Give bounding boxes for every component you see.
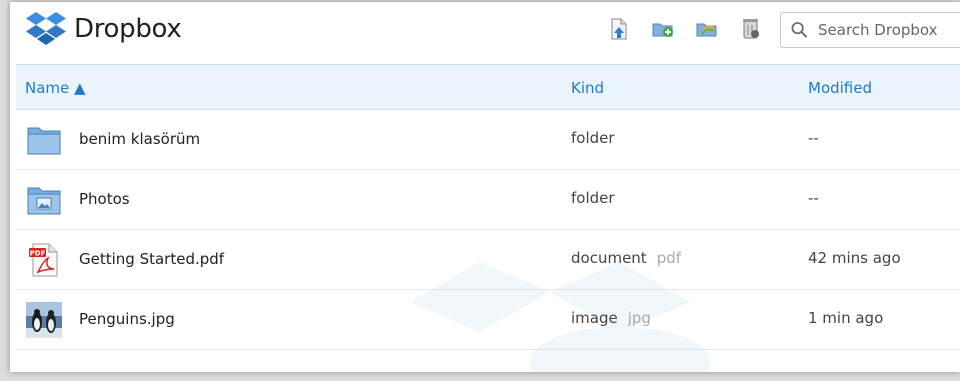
file-modified: 42 mins ago — [808, 249, 901, 267]
file-modified: 1 min ago — [808, 309, 884, 327]
upload-button[interactable] — [608, 18, 630, 40]
file-extension: jpg — [627, 309, 651, 327]
column-header-modified[interactable]: Modified — [808, 79, 872, 97]
new-folder-button[interactable] — [652, 18, 674, 40]
app-header: Dropbox — [10, 2, 960, 64]
photos-folder-icon — [27, 187, 61, 215]
shared-folder-icon — [696, 23, 717, 37]
search-icon — [791, 22, 808, 38]
file-extension: pdf — [656, 249, 682, 267]
app-title: Dropbox — [74, 14, 182, 44]
search-input[interactable] — [816, 20, 960, 40]
dropbox-logo[interactable]: Dropbox — [24, 10, 182, 48]
image-thumbnail — [26, 302, 62, 338]
dropbox-logo-icon — [26, 12, 66, 45]
file-kind: document pdf — [571, 249, 681, 267]
file-kind-label: image — [571, 309, 618, 327]
file-kind: folder — [571, 129, 615, 147]
file-kind-label: folder — [571, 189, 615, 207]
upload-icon — [611, 18, 627, 40]
share-folder-button[interactable] — [696, 18, 718, 40]
file-row[interactable]: PDF Getting Started.pdf document pdf 42 m… — [16, 230, 960, 290]
file-kind: image jpg — [571, 309, 651, 327]
new-folder-icon — [652, 23, 673, 37]
folder-icon — [27, 127, 61, 155]
file-name[interactable]: Penguins.jpg — [79, 310, 175, 328]
column-header-row: Name ▲ Kind Modified — [16, 64, 960, 110]
file-row[interactable]: Penguins.jpg image jpg 1 min ago — [16, 290, 960, 350]
file-row[interactable]: benim klasörüm folder -- — [16, 110, 960, 170]
svg-text:PDF: PDF — [30, 250, 46, 258]
dropbox-window: Dropbox Search Dropbox Name ▲ Kind Modif… — [10, 2, 960, 372]
deleted-files-icon — [743, 19, 759, 39]
column-header-name[interactable]: Name ▲ — [25, 79, 86, 97]
file-kind-label: folder — [571, 129, 615, 147]
file-kind: folder — [571, 189, 615, 207]
column-header-kind[interactable]: Kind — [571, 79, 604, 97]
pdf-icon: PDF — [29, 243, 58, 277]
file-modified: -- — [808, 129, 819, 147]
toolbar — [608, 18, 762, 40]
search-box[interactable] — [780, 12, 960, 48]
show-deleted-button[interactable] — [740, 18, 762, 40]
file-modified: -- — [808, 189, 819, 207]
file-name[interactable]: benim klasörüm — [79, 130, 200, 148]
file-name[interactable]: Getting Started.pdf — [79, 250, 224, 268]
file-row[interactable]: Photos folder -- — [16, 170, 960, 230]
file-name[interactable]: Photos — [79, 190, 130, 208]
file-kind-label: document — [571, 249, 647, 267]
